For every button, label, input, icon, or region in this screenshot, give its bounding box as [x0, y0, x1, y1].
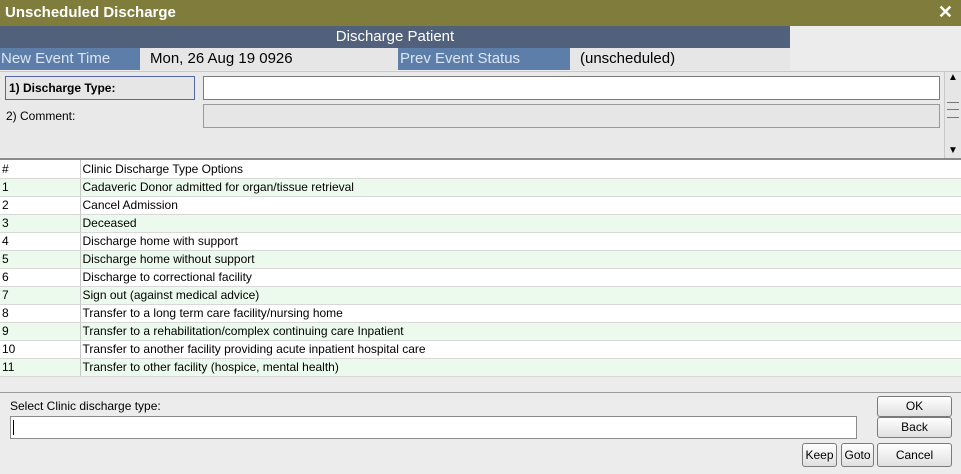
select-prompt: Select Clinic discharge type: — [10, 399, 161, 413]
row-number: 8 — [0, 304, 81, 323]
table-header-row: # Clinic Discharge Type Options — [0, 160, 961, 179]
row-option: Cancel Admission — [80, 196, 961, 215]
row-number: 5 — [0, 250, 81, 269]
table-row[interactable]: 4 Discharge home with support — [0, 232, 961, 251]
row-option: Discharge to correctional facility — [80, 268, 961, 287]
table-row[interactable]: 1 Cadaveric Donor admitted for organ/tiss… — [0, 178, 961, 197]
table-row[interactable]: 9 Transfer to a rehabilitation/complex co… — [0, 322, 961, 341]
table-row[interactable]: 5 Discharge home without support — [0, 250, 961, 269]
prev-event-status-label: Prev Event Status — [398, 48, 570, 70]
discharge-options-table: # Clinic Discharge Type Options 1 Cadaver… — [0, 158, 961, 391]
row-option: Transfer to another facility providing a… — [80, 340, 961, 359]
page-title: Discharge Patient — [0, 26, 790, 48]
table-row[interactable]: 8 Transfer to a long term care facility/n… — [0, 304, 961, 323]
scroll-grip-icon[interactable] — [947, 102, 959, 118]
title-bar: Unscheduled Discharge ✕ — [0, 0, 961, 26]
chevron-up-icon[interactable]: ▲ — [948, 72, 958, 83]
comment-label[interactable]: 2) Comment: — [6, 109, 75, 123]
row-number: 7 — [0, 286, 81, 305]
column-header-number: # — [0, 160, 81, 179]
row-option: Transfer to other facility (hospice, men… — [80, 358, 961, 377]
goto-button[interactable]: Goto — [841, 443, 874, 467]
cancel-button[interactable]: Cancel — [877, 443, 952, 467]
row-number: 9 — [0, 322, 81, 341]
row-number: 3 — [0, 214, 81, 233]
table-row[interactable]: 11 Transfer to other facility (hospice, m… — [0, 358, 961, 377]
form-scrollbar[interactable]: ▲ ▼ — [944, 72, 961, 158]
new-event-time-value: Mon, 26 Aug 19 0926 — [140, 48, 398, 70]
row-number: 11 — [0, 358, 81, 377]
table-row[interactable]: 2 Cancel Admission — [0, 196, 961, 215]
text-caret — [13, 420, 14, 435]
ok-button[interactable]: OK — [877, 396, 952, 417]
row-option: Deceased — [80, 214, 961, 233]
form-area: 1) Discharge Type: 2) Comment: ▲ ▼ — [0, 71, 961, 158]
window-title: Unscheduled Discharge — [5, 4, 176, 21]
row-option: Cadaveric Donor admitted for organ/tissu… — [80, 178, 961, 197]
discharge-type-label[interactable]: 1) Discharge Type: — [5, 76, 195, 100]
table-row[interactable]: 6 Discharge to correctional facility — [0, 268, 961, 287]
row-number: 6 — [0, 268, 81, 287]
discharge-type-input[interactable] — [10, 416, 857, 439]
row-number: 2 — [0, 196, 81, 215]
new-event-time-label: New Event Time — [0, 48, 140, 70]
bottom-panel: Select Clinic discharge type: OK Back Ke… — [0, 392, 961, 474]
row-option: Sign out (against medical advice) — [80, 286, 961, 305]
table-row[interactable]: 3 Deceased — [0, 214, 961, 233]
row-option: Transfer to a long term care facility/nu… — [80, 304, 961, 323]
table-row[interactable]: 10 Transfer to another facility providing… — [0, 340, 961, 359]
keep-button[interactable]: Keep — [802, 443, 837, 467]
row-option: Transfer to a rehabilitation/complex con… — [80, 322, 961, 341]
discharge-type-field[interactable] — [203, 76, 940, 100]
row-number: 4 — [0, 232, 81, 251]
close-icon[interactable]: ✕ — [938, 2, 953, 23]
row-number: 10 — [0, 340, 81, 359]
event-info-row: New Event Time Mon, 26 Aug 19 0926 Prev … — [0, 48, 961, 70]
comment-field[interactable] — [203, 104, 940, 128]
column-header-options: Clinic Discharge Type Options — [80, 160, 961, 179]
row-option: Discharge home with support — [80, 232, 961, 251]
back-button[interactable]: Back — [877, 417, 952, 438]
table-row[interactable]: 7 Sign out (against medical advice) — [0, 286, 961, 305]
prev-event-status-value: (unscheduled) — [570, 48, 790, 70]
row-option: Discharge home without support — [80, 250, 961, 269]
row-number: 1 — [0, 178, 81, 197]
chevron-down-icon[interactable]: ▼ — [948, 145, 958, 156]
